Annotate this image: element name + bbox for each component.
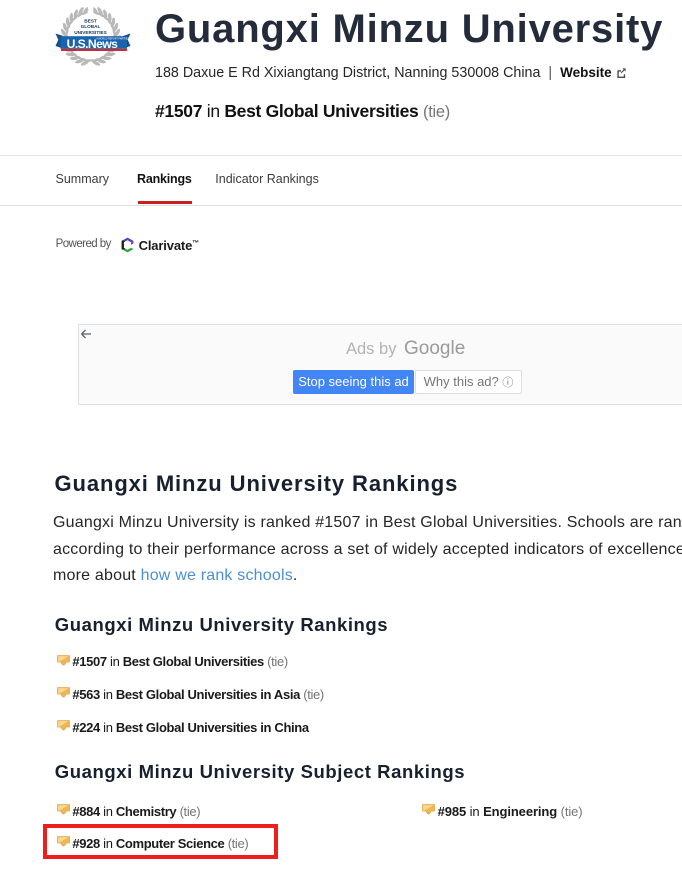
svg-text:U.S.News: U.S.News	[67, 37, 119, 51]
svg-text:GLOBAL: GLOBAL	[81, 24, 101, 29]
svg-text:BEST: BEST	[84, 19, 97, 24]
svg-text:UNIVERSITIES: UNIVERSITIES	[74, 30, 107, 35]
